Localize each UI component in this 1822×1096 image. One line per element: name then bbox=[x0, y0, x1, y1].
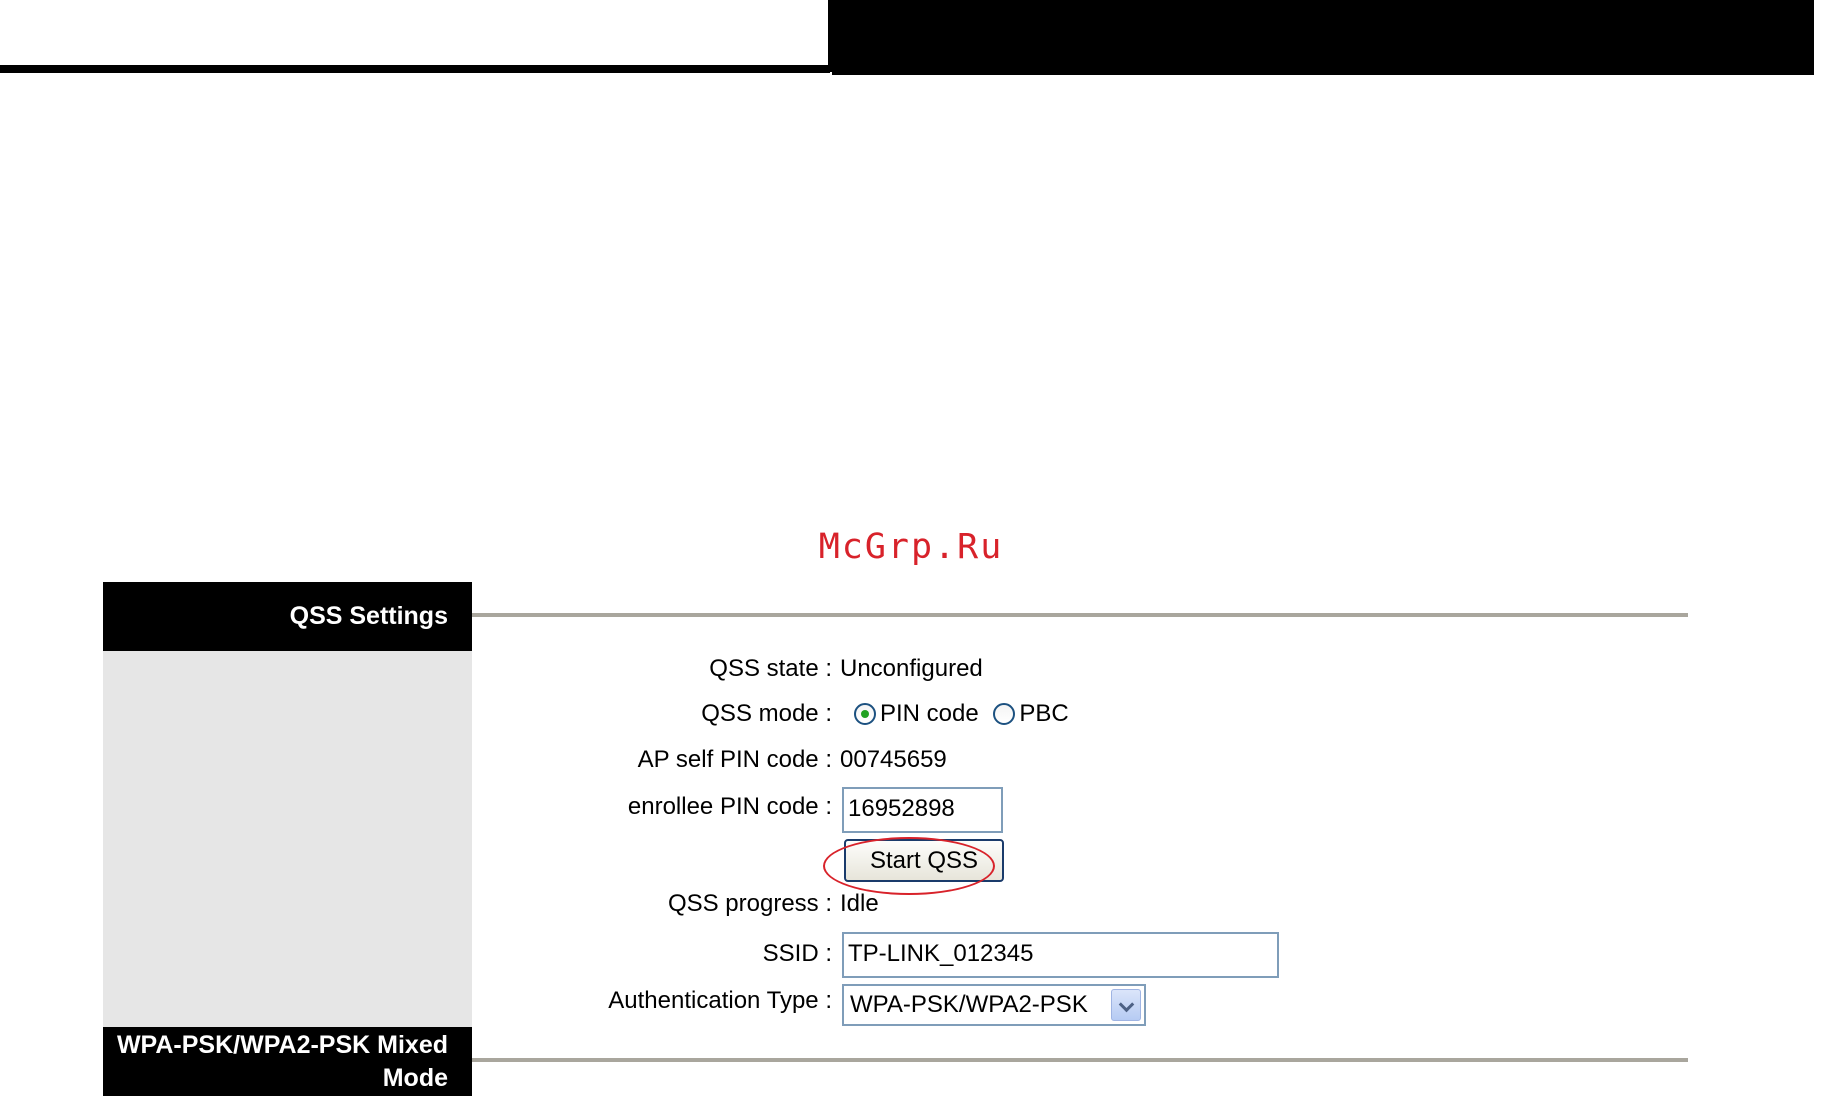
ap-self-pin-value: 00745659 bbox=[840, 746, 947, 773]
enrollee-pin-input[interactable]: 16952898 bbox=[842, 787, 1003, 833]
auth-type-select[interactable]: WPA-PSK/WPA2-PSK bbox=[842, 984, 1146, 1026]
qss-progress-label: QSS progress : bbox=[667, 890, 832, 917]
qss-mode-label: QSS mode : bbox=[701, 700, 832, 727]
auth-type-label: Authentication Type : bbox=[608, 987, 832, 1014]
top-banner-bar bbox=[828, 0, 1814, 72]
section-divider bbox=[472, 613, 1688, 617]
qss-state-label: QSS state : bbox=[709, 655, 832, 682]
ssid-input[interactable]: TP-LINK_012345 bbox=[842, 932, 1279, 978]
ssid-label: SSID : bbox=[762, 940, 832, 967]
qss-progress-row: QSS progress : Idle bbox=[472, 890, 1072, 930]
enrollee-pin-label: enrollee PIN code : bbox=[627, 793, 832, 820]
pbc-radio-label[interactable]: PBC bbox=[1019, 700, 1068, 727]
qss-mode-options: PIN code PBC bbox=[852, 700, 1069, 728]
wpa-mixed-mode-header: WPA-PSK/WPA2-PSK Mixed Mode bbox=[103, 1027, 472, 1096]
pin-code-radio[interactable] bbox=[854, 703, 876, 725]
pin-code-radio-label[interactable]: PIN code bbox=[880, 700, 979, 727]
left-label-panel bbox=[103, 582, 472, 1096]
qss-state-value: Unconfigured bbox=[840, 655, 983, 682]
start-qss-button[interactable]: Start QSS bbox=[844, 839, 1004, 882]
ap-self-pin-label: AP self PIN code : bbox=[637, 746, 832, 773]
pbc-radio[interactable] bbox=[993, 703, 1016, 725]
qss-settings-header: QSS Settings bbox=[103, 582, 472, 651]
section-divider bbox=[472, 1058, 1688, 1062]
chevron-down-icon[interactable] bbox=[1111, 989, 1141, 1021]
qss-progress-value: Idle bbox=[840, 890, 879, 917]
watermark-text: McGrp.Ru bbox=[818, 527, 1004, 567]
ap-self-pin-row: AP self PIN code : 00745659 bbox=[472, 746, 1072, 786]
qss-mode-row: QSS mode : PIN code PBC bbox=[472, 700, 1172, 740]
top-rule bbox=[0, 65, 830, 73]
auth-type-selected-value: WPA-PSK/WPA2-PSK bbox=[850, 991, 1088, 1018]
qss-state-row: QSS state : Unconfigured bbox=[472, 655, 1072, 695]
top-banner-underline bbox=[832, 72, 1814, 75]
